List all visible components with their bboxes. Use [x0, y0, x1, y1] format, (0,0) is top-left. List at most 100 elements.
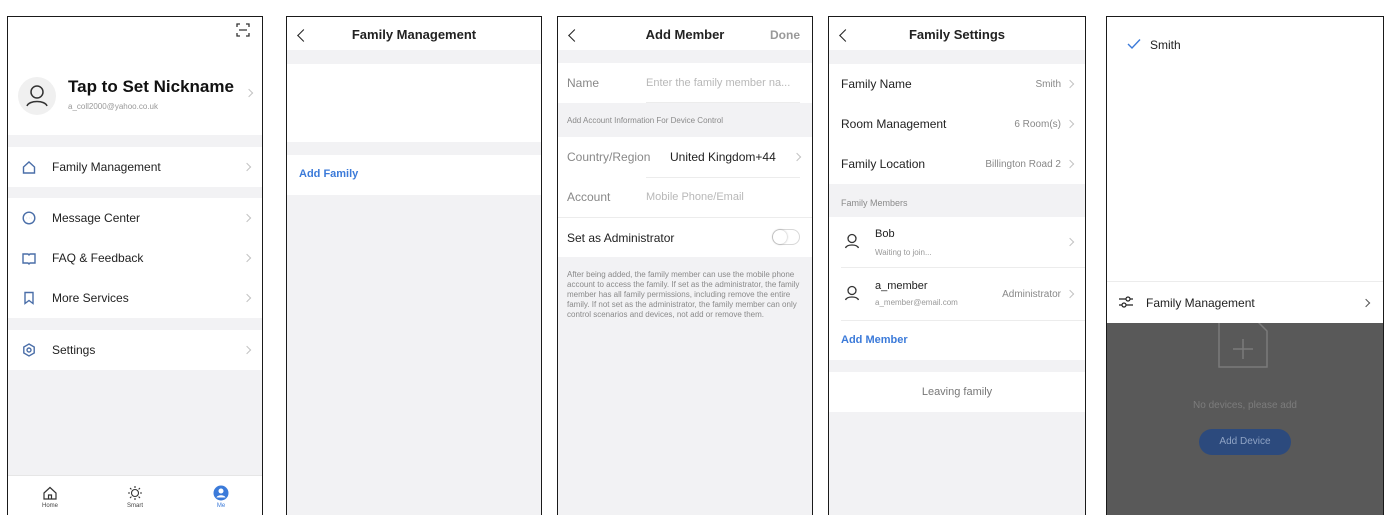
tab-me[interactable]: Me: [201, 485, 241, 509]
account-email: a_coll2000@yahoo.co.uk: [68, 102, 158, 111]
sun-icon: [128, 486, 142, 500]
add-member-label: Add Member: [841, 334, 908, 346]
menu-family-management[interactable]: Family Management: [8, 147, 262, 187]
family-option-label: Smith: [1150, 38, 1181, 52]
home-icon: [22, 161, 36, 174]
nav-bar: Family Management: [287, 17, 541, 50]
tab-label: Smart: [126, 503, 143, 509]
member-row[interactable]: a_member a_member@email.com Administrato…: [829, 267, 1085, 320]
dim-overlay[interactable]: No devices, please add Add Device: [1107, 323, 1383, 515]
menu-label: More Services: [52, 291, 129, 305]
family-name-label: Family Name: [841, 77, 912, 91]
user-icon: [213, 485, 229, 501]
user-icon: [844, 233, 860, 249]
admin-label: Set as Administrator: [567, 231, 675, 245]
done-button[interactable]: Done: [770, 28, 800, 42]
menu-settings[interactable]: Settings: [8, 330, 262, 370]
chevron-right-icon: [1361, 298, 1371, 308]
members-header: Family Members: [841, 198, 908, 208]
member-row[interactable]: Bob Waiting to join...: [829, 217, 1085, 267]
family-option-selected[interactable]: Smith: [1107, 33, 1383, 57]
family-switcher-screen: Smith Family Management No devices, plea…: [1106, 16, 1384, 515]
account-row: Account Mobile Phone/Email: [558, 177, 812, 217]
chevron-right-icon: [242, 162, 252, 172]
family-location-label: Family Location: [841, 157, 926, 171]
bookmark-icon: [24, 291, 34, 305]
name-label: Name: [567, 76, 600, 90]
tab-bar: Home Smart Me: [8, 475, 262, 515]
empty-text: No devices, please add: [1193, 400, 1297, 411]
tab-smart[interactable]: Smart: [115, 485, 155, 509]
chevron-right-icon: [242, 213, 252, 223]
add-member-button[interactable]: Add Member: [829, 320, 1085, 360]
menu-faq-feedback[interactable]: FAQ & Feedback: [8, 238, 262, 278]
member-name: Bob: [875, 228, 895, 240]
menu-label: Settings: [52, 343, 96, 357]
family-name-value: Smith: [1035, 79, 1061, 90]
section-header: Add Account Information For Device Contr…: [567, 116, 724, 125]
room-count: 6 Room(s): [1014, 119, 1061, 130]
chevron-right-icon: [1065, 79, 1075, 89]
member-email: a_member@email.com: [875, 298, 958, 307]
nav-bar: Add Member Done: [558, 17, 812, 50]
nav-bar: Family Settings: [829, 17, 1085, 50]
account-label: Account: [567, 190, 611, 204]
chevron-right-icon: [1065, 119, 1075, 129]
settings-icon: [23, 343, 35, 357]
admin-note: After being added, the family member can…: [567, 270, 800, 319]
divider: [646, 177, 800, 178]
menu-more-services[interactable]: More Services: [8, 278, 262, 318]
toggle-knob: [773, 230, 787, 244]
home-icon: [43, 486, 57, 500]
chevron-right-icon: [1065, 289, 1075, 299]
family-location-row[interactable]: Family Location Billington Road 2: [829, 144, 1085, 184]
divider: [841, 320, 1085, 321]
chevron-right-icon: [1065, 237, 1075, 247]
chevron-right-icon: [792, 152, 802, 162]
chevron-right-icon: [242, 253, 252, 263]
add-member-screen: Add Member Done Name Enter the family me…: [557, 16, 813, 515]
tab-home[interactable]: Home: [30, 485, 70, 509]
family-management-link[interactable]: Family Management: [1107, 282, 1383, 322]
menu-label: Message Center: [52, 211, 141, 225]
menu-label: Family Management: [52, 160, 161, 174]
family-name-row[interactable]: Family Name Smith: [829, 64, 1085, 104]
family-location-value: Billington Road 2: [985, 159, 1061, 170]
menu-message-center[interactable]: Message Center: [8, 198, 262, 238]
name-row: Name Enter the family member na...: [558, 63, 812, 103]
menu-label: FAQ & Feedback: [52, 251, 144, 265]
leave-family-button[interactable]: Leaving family: [829, 372, 1085, 412]
avatar[interactable]: [18, 77, 56, 115]
empty-device-icon: [1218, 323, 1268, 368]
family-management-label: Family Management: [1146, 296, 1255, 310]
me-screen: Tap to Set Nickname a_coll2000@yahoo.co.…: [7, 16, 263, 515]
add-family-button[interactable]: Add Family: [287, 155, 541, 195]
chevron-right-icon: [242, 293, 252, 303]
room-management-label: Room Management: [841, 117, 947, 131]
family-management-screen: Family Management Add Family: [286, 16, 542, 515]
family-settings-screen: Family Settings Family Name Smith Room M…: [828, 16, 1086, 515]
divider: [646, 102, 800, 103]
room-management-row[interactable]: Room Management 6 Room(s): [829, 104, 1085, 144]
scan-icon[interactable]: [236, 23, 250, 37]
sliders-icon: [1119, 296, 1133, 308]
nickname[interactable]: Tap to Set Nickname: [68, 77, 234, 97]
add-device-button[interactable]: Add Device: [1199, 429, 1291, 455]
page-title: Family Management: [351, 27, 477, 42]
country-value: United Kingdom+44: [670, 150, 776, 164]
add-family-label: Add Family: [299, 168, 359, 180]
tab-label: Me: [216, 503, 226, 509]
country-row[interactable]: Country/Region United Kingdom+44: [558, 137, 812, 177]
checkmark-icon: [1127, 39, 1141, 50]
name-input[interactable]: Enter the family member na...: [646, 77, 790, 89]
account-input[interactable]: Mobile Phone/Email: [646, 191, 744, 203]
chevron-right-icon: [242, 345, 252, 355]
book-icon: [22, 253, 36, 265]
admin-toggle[interactable]: [772, 229, 800, 245]
country-label: Country/Region: [567, 150, 651, 164]
user-icon: [844, 285, 860, 301]
message-icon: [22, 211, 36, 225]
tab-label: Home: [41, 503, 58, 509]
family-dropdown: Smith Family Management: [1107, 17, 1383, 323]
member-status: Waiting to join...: [875, 248, 932, 257]
